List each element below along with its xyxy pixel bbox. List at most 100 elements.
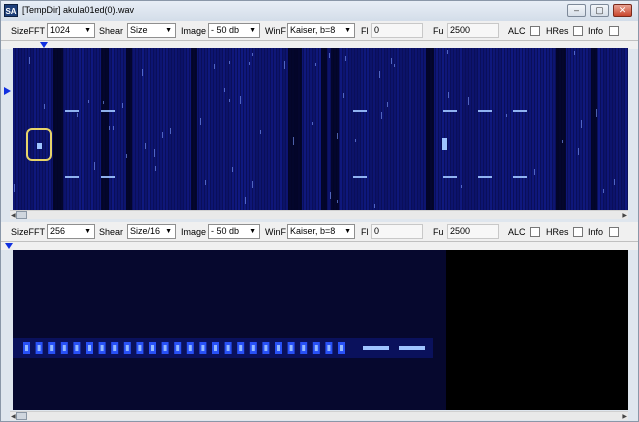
noise-column [571, 48, 573, 210]
signal-speck [103, 101, 104, 104]
signal-speck [77, 113, 78, 117]
noise-column [415, 48, 417, 210]
scroll-left-icon[interactable]: ◀ [11, 413, 16, 420]
signal-speck [252, 181, 253, 188]
noise-column [205, 48, 207, 210]
noise-column [619, 48, 621, 210]
fl-input[interactable]: 0 [371, 23, 423, 38]
winf-select[interactable]: Kaiser, b=8 ▼ [287, 23, 355, 38]
info-checkbox[interactable] [609, 227, 619, 237]
noise-column [517, 48, 519, 210]
noise-column [610, 48, 612, 210]
noise-column [121, 48, 123, 210]
noise-column [85, 48, 87, 210]
noise-column [262, 48, 264, 210]
noise-column [445, 48, 447, 210]
noise-column [88, 48, 90, 210]
noise-column [352, 48, 354, 210]
noise-column [82, 48, 84, 210]
noise-column [574, 48, 576, 210]
image-value: - 50 db [211, 25, 240, 35]
signal-speck [461, 185, 462, 188]
spectrogram-bottom[interactable] [13, 250, 628, 410]
noise-column [550, 48, 552, 210]
scroll-right-icon[interactable]: ▶ [622, 413, 627, 420]
fu-input[interactable]: 2500 [447, 224, 499, 239]
winf-value: Kaiser, b=8 [290, 226, 336, 236]
noise-column [499, 48, 501, 210]
pulse-core [264, 345, 268, 351]
pulse-core [277, 345, 280, 351]
noise-column [79, 48, 81, 210]
noise-column [469, 48, 471, 210]
noise-column [346, 48, 348, 210]
pulse-core [289, 345, 293, 351]
title-bar[interactable]: SA [TempDir] akula01ed(0).wav ‒ ▢ ✕ [1, 1, 638, 21]
scroll-left-icon[interactable]: ◀ [11, 212, 16, 219]
dark-band [331, 48, 339, 210]
noise-column [259, 48, 261, 210]
noise-column [580, 48, 582, 210]
fl-input[interactable]: 0 [371, 224, 423, 239]
noise-column [241, 48, 243, 210]
signal-line [353, 110, 367, 112]
app-logo-icon: SA [4, 4, 18, 17]
scrollbar-bottom[interactable]: ◀ ▶ [10, 411, 628, 420]
noise-column [136, 48, 138, 210]
noise-column [22, 48, 24, 210]
triangle-marker-icon[interactable] [4, 87, 11, 95]
hres-checkbox[interactable] [573, 26, 583, 36]
noise-column [172, 48, 174, 210]
image-value: - 50 db [211, 226, 240, 236]
noise-column [568, 48, 570, 210]
maximize-button[interactable]: ▢ [590, 4, 609, 17]
scroll-thumb[interactable] [16, 211, 27, 219]
signal-speck [506, 114, 507, 117]
signal-speck [154, 149, 155, 157]
image-select[interactable]: - 50 db ▼ [208, 224, 260, 239]
hres-checkbox[interactable] [573, 227, 583, 237]
noise-column [583, 48, 585, 210]
noise-column [544, 48, 546, 210]
image-select[interactable]: - 50 db ▼ [208, 23, 260, 38]
signal-line [513, 110, 527, 112]
scroll-thumb[interactable] [16, 412, 27, 420]
noise-column [607, 48, 609, 210]
noise-column [217, 48, 219, 210]
signal-speck [379, 71, 380, 78]
sizefft-select[interactable]: 256 ▼ [47, 224, 95, 239]
noise-column [472, 48, 474, 210]
noise-column [358, 48, 360, 210]
minimize-button[interactable]: ‒ [567, 4, 586, 17]
noise-column [283, 48, 285, 210]
noise-column [163, 48, 165, 210]
signal-blob [442, 138, 447, 150]
noise-column [613, 48, 615, 210]
noise-column [265, 48, 267, 210]
triangle-marker-icon[interactable] [5, 243, 13, 249]
noise-column [442, 48, 444, 210]
shear-select[interactable]: Size/16 ▼ [127, 224, 176, 239]
pulse-core [138, 345, 142, 351]
signal-speck [155, 166, 156, 171]
spectrogram-top[interactable] [13, 48, 628, 210]
image-label: Image [181, 26, 207, 36]
noise-column [454, 48, 456, 210]
fu-input[interactable]: 2500 [447, 23, 499, 38]
winf-select[interactable]: Kaiser, b=8 ▼ [287, 224, 355, 239]
signal-speck [200, 118, 201, 125]
noise-column [412, 48, 414, 210]
signal-line [353, 176, 367, 178]
alc-checkbox[interactable] [530, 227, 540, 237]
shear-select[interactable]: Size ▼ [127, 23, 176, 38]
close-button[interactable]: ✕ [613, 4, 632, 17]
info-checkbox[interactable] [609, 26, 619, 36]
info-label: Info [588, 227, 604, 237]
alc-checkbox[interactable] [530, 26, 540, 36]
dark-band [53, 48, 63, 210]
sizefft-select[interactable]: 1024 ▼ [47, 23, 95, 38]
signal-speck [14, 184, 15, 192]
scrollbar-top[interactable]: ◀ ▶ [10, 210, 628, 219]
scroll-right-icon[interactable]: ▶ [622, 212, 627, 219]
noise-column [406, 48, 408, 210]
